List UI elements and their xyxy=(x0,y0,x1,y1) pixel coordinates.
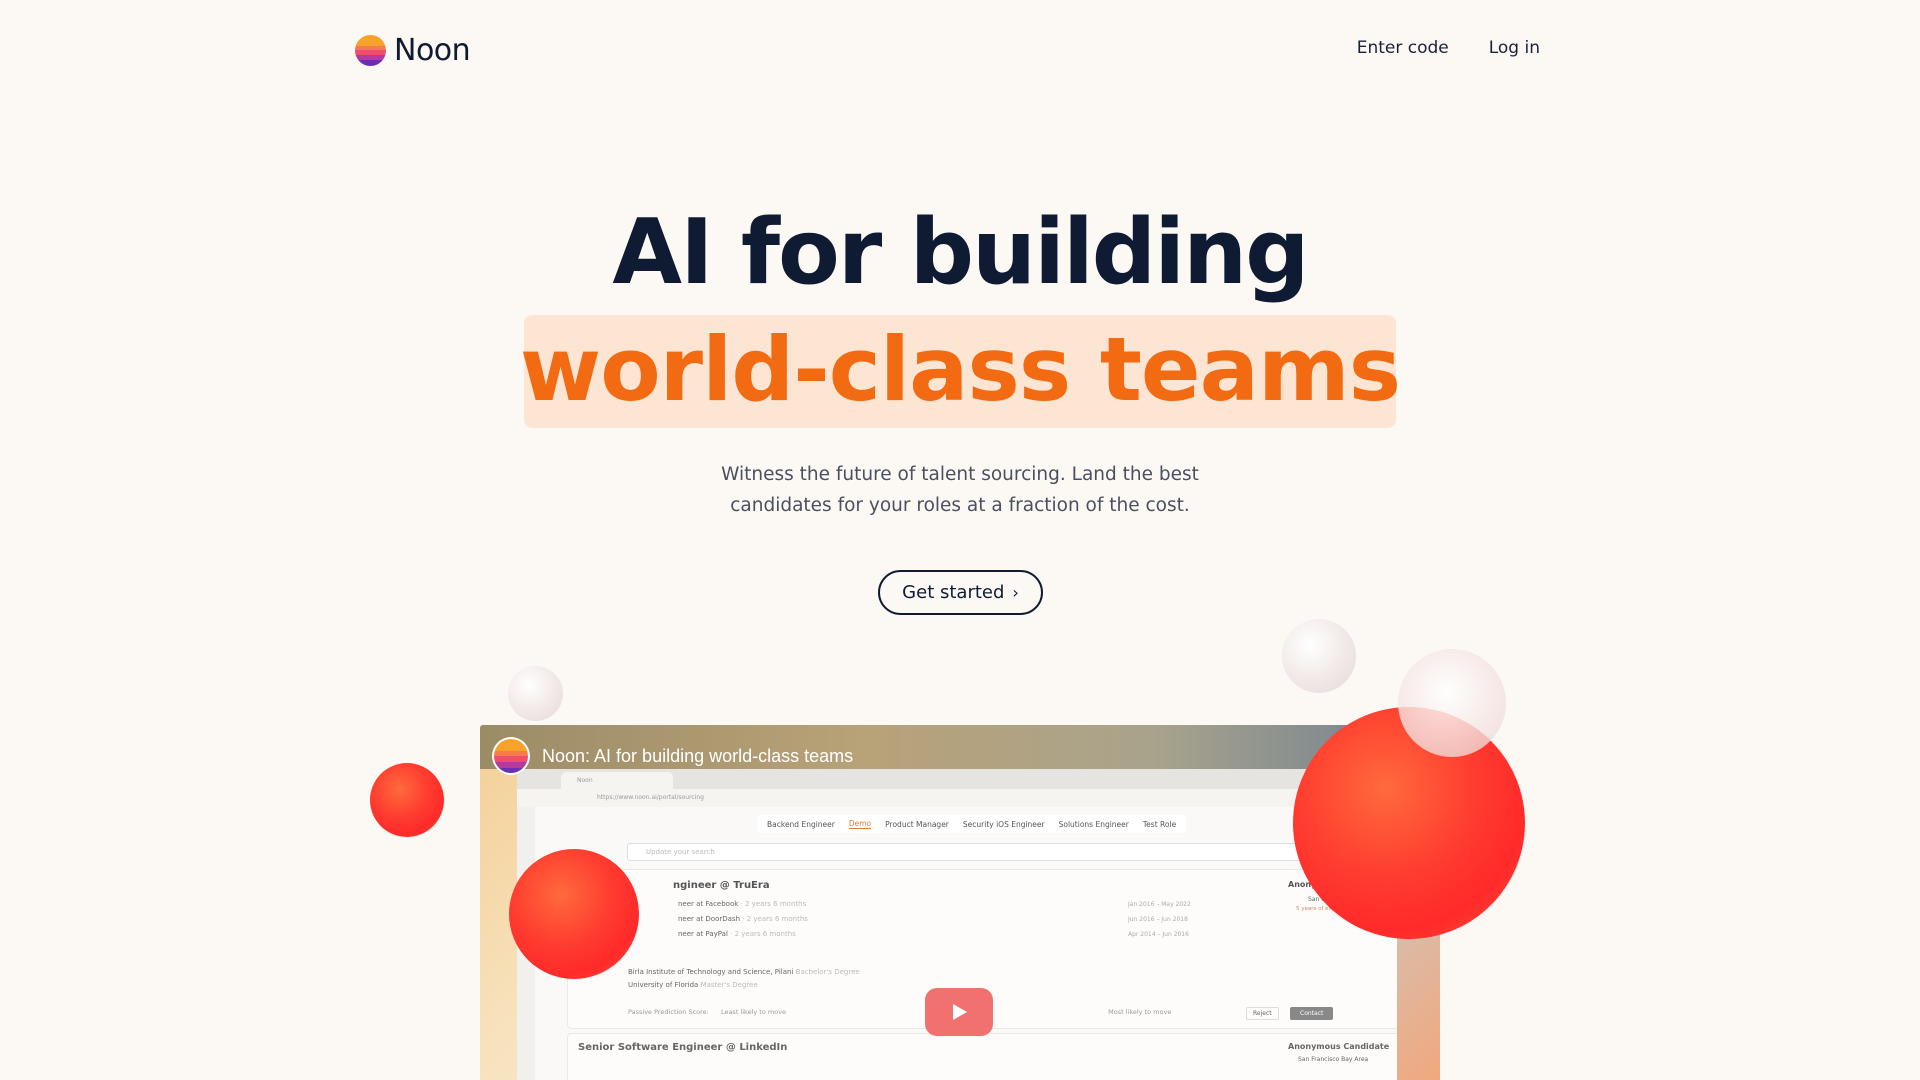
log-in-link[interactable]: Log in xyxy=(1489,38,1540,58)
role-tab: Backend Engineer xyxy=(767,819,835,829)
education-item: University of Florida Master's Degree xyxy=(628,981,758,989)
role-tab-active: Demo xyxy=(848,819,872,829)
brand-name: Noon xyxy=(394,33,471,68)
experience-item: neer at DoorDash · 2 years 6 months xyxy=(678,915,808,923)
decorative-pearl-sphere xyxy=(1282,619,1356,693)
browser-url: https://www.noon.ai/portal/sourcing xyxy=(597,794,704,801)
play-icon xyxy=(953,1004,967,1020)
prediction-score-row: Passive Prediction Score: Least likely t… xyxy=(628,1008,1172,1016)
demo-search-input: Update your search xyxy=(627,843,1327,861)
decorative-red-sphere xyxy=(1293,707,1525,939)
hero-subtitle-line2: candidates for your roles at a fraction … xyxy=(730,495,1190,516)
demo-app: Backend Engineer Demo Product Manager Se… xyxy=(517,807,1397,1080)
get-started-button[interactable]: Get started › xyxy=(878,570,1043,615)
play-button[interactable] xyxy=(925,988,993,1036)
hero-headline-line2: world-class teams xyxy=(519,318,1401,421)
candidate-location: San Francisco Bay Area xyxy=(1298,1056,1369,1063)
enter-code-link[interactable]: Enter code xyxy=(1357,38,1449,58)
experience-dates: Apr 2014 – Jun 2016 xyxy=(1128,931,1189,938)
candidate-card: Senior Software Engineer @ LinkedIn Anon… xyxy=(567,1033,1397,1080)
browser-tab-strip: Noon xyxy=(517,769,1397,789)
decorative-red-sphere xyxy=(509,849,639,979)
contact-button: Contact xyxy=(1290,1007,1334,1020)
browser-url-bar: https://www.noon.ai/portal/sourcing xyxy=(517,789,1397,807)
top-nav: Noon Enter code Log in xyxy=(0,0,1920,100)
brand-logo-link[interactable]: Noon xyxy=(355,33,471,68)
video-title[interactable]: Noon: AI for building world-class teams xyxy=(542,746,853,767)
anonymous-candidate-label: Anonymous Candidate xyxy=(1288,1042,1390,1051)
role-tab: Solutions Engineer xyxy=(1058,819,1129,829)
hero-headline-line1: AI for building xyxy=(612,200,1309,305)
decorative-pearl-sphere xyxy=(508,666,563,721)
chevron-right-icon: › xyxy=(1012,583,1019,602)
nav-links: Enter code Log in xyxy=(1357,38,1540,58)
experience-dates: Jun 2016 – Jun 2018 xyxy=(1128,916,1188,923)
noon-logo-icon xyxy=(492,737,530,775)
reject-button: Reject xyxy=(1246,1007,1279,1020)
experience-dates: Jan 2016 – May 2022 xyxy=(1128,901,1191,908)
get-started-label: Get started xyxy=(902,582,1005,603)
browser-tab: Noon xyxy=(561,772,673,789)
experience-item: neer at Facebook · 2 years 6 months xyxy=(678,900,807,908)
decorative-red-sphere xyxy=(370,763,444,837)
decorative-glass-sphere xyxy=(1398,649,1506,757)
role-tabs: Backend Engineer Demo Product Manager Se… xyxy=(757,815,1187,833)
channel-avatar[interactable] xyxy=(492,737,530,775)
role-tab: Product Manager xyxy=(885,819,949,829)
role-tab: Security iOS Engineer xyxy=(962,819,1045,829)
hero-subtitle: Witness the future of talent sourcing. L… xyxy=(0,459,1920,521)
experience-item: neer at PayPal · 2 years 6 months xyxy=(678,930,796,938)
education-item: Birla Institute of Technology and Scienc… xyxy=(628,968,860,976)
candidate-title: Senior Software Engineer @ LinkedIn xyxy=(578,1042,788,1053)
role-tab: Test Role xyxy=(1142,819,1177,829)
candidate-title: ngineer @ TruEra xyxy=(673,880,770,891)
noon-logo-icon xyxy=(355,35,386,66)
hero-subtitle-line1: Witness the future of talent sourcing. L… xyxy=(721,464,1199,485)
